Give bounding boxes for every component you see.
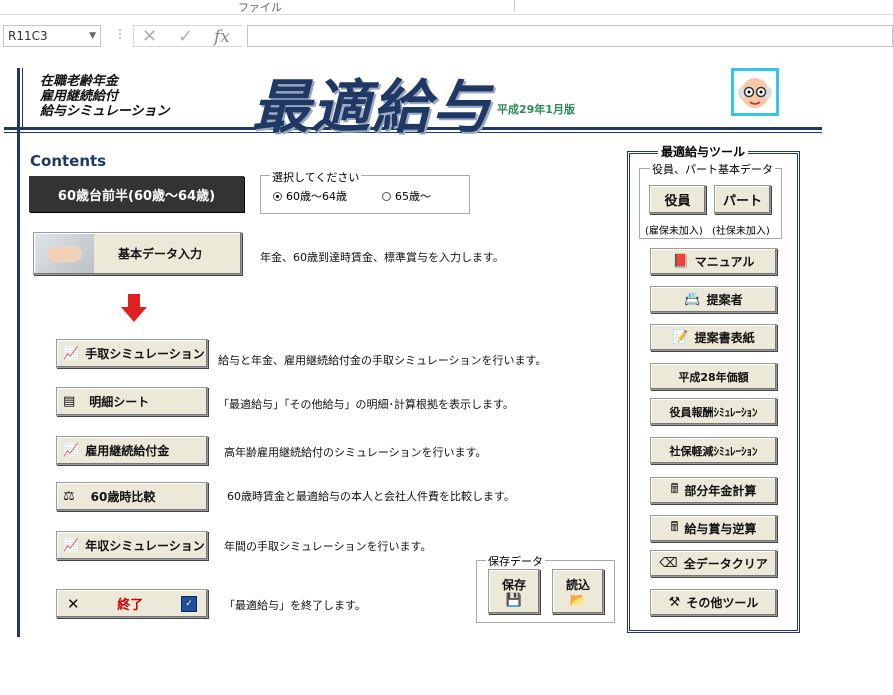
- net-simulation-button[interactable]: 📈 手取シミュレーション: [56, 339, 208, 368]
- button-label: マニュアル: [694, 255, 755, 269]
- radio-label: 65歳～: [395, 190, 431, 203]
- detail-sheet-button[interactable]: ▤ 明細シート: [56, 387, 208, 416]
- other-tools-button[interactable]: ⚒ その他ツール: [650, 589, 777, 616]
- clear-all-button[interactable]: ⌫ 全データクリア: [650, 550, 777, 577]
- item-desc: 高年齢雇用継続給付のシミュレーションを行います。: [224, 446, 487, 459]
- load-label: 読込: [565, 577, 590, 592]
- chart-icon: 📈: [63, 346, 80, 361]
- button-label: 全データクリア: [683, 557, 768, 571]
- radio-dot[interactable]: [382, 191, 391, 201]
- partial-pension-button[interactable]: 🖩 部分年金計算: [650, 477, 777, 504]
- save-button[interactable]: 保存 💾: [488, 569, 540, 614]
- button-label: 給与賞与逆算: [684, 522, 757, 536]
- header-subtitles: 在職老齢年金 雇用継続給付 給与シミュレーション: [40, 74, 169, 119]
- contents-heading: Contents: [30, 152, 107, 170]
- button-label: 雇用継続給付金: [85, 444, 170, 458]
- tools-icon: ⚒: [668, 595, 681, 610]
- manual-button[interactable]: 📕 マニュアル: [650, 248, 777, 275]
- exit-door-icon: ✓: [181, 595, 197, 612]
- frame-left-line: [17, 68, 20, 637]
- cover-icon: 📝: [672, 330, 689, 345]
- radio-dot[interactable]: [273, 191, 282, 201]
- h28-values-button[interactable]: 平成28年価額: [650, 363, 777, 390]
- version-label: 平成29年1月版: [497, 103, 575, 116]
- item-desc: 年間の手取シミュレーションを行います。: [224, 540, 432, 553]
- basic-data-desc: 年金、60歳到達時賃金、標準賞与を入力します。: [260, 251, 504, 264]
- down-arrow-icon: [121, 294, 147, 322]
- sheet-icon: ▤: [63, 394, 76, 409]
- age60-compare-button[interactable]: ⚖ 60歳時比較: [56, 482, 208, 511]
- basic-data-label: 基本データ入力: [118, 247, 203, 261]
- app-title: 最適給与: [252, 73, 493, 141]
- floppy-icon: 💾: [505, 592, 523, 608]
- item-desc: 「最適給与」「その他給与」の明細･計算根拠を表示します。: [218, 398, 514, 411]
- button-label: 提案者: [706, 293, 743, 307]
- subtitle-line: 給与シミュレーション: [40, 104, 170, 119]
- chevron-down-icon[interactable]: ▼: [89, 26, 96, 46]
- ribbon-strip: ファイル: [0, 0, 893, 15]
- folder-open-icon: 📂: [569, 592, 587, 608]
- salary-bonus-reverse-button[interactable]: 🖩 給与賞与逆算: [650, 515, 777, 542]
- age-range-button[interactable]: 60歳台前半(60歳～64歳): [29, 176, 244, 212]
- name-box[interactable]: R11C3 ▼: [3, 25, 101, 47]
- social-ins-sim-button[interactable]: 社保軽減ｼﾐｭﾚｰｼｮﾝ: [650, 437, 777, 464]
- button-label: 提案書表紙: [694, 331, 755, 345]
- subtitle-line: 在職老齢年金: [40, 74, 119, 89]
- load-button[interactable]: 読込 📂: [552, 569, 604, 614]
- calculator-icon: 🖩: [670, 519, 679, 535]
- item-desc: 60歳時賃金と最適給与の本人と会社人件費を比較します。: [227, 490, 515, 503]
- item-desc: 給与と年金、雇用継続給付金の手取シミュレーションを行います。: [218, 354, 547, 367]
- proposer-button[interactable]: 📇 提案者: [650, 286, 777, 313]
- enter-icon[interactable]: ✓: [178, 26, 193, 48]
- eraser-icon: ⌫: [659, 556, 678, 571]
- tool-panel-title: 最適給与ツール: [658, 143, 749, 160]
- frame-left-line-thin: [22, 68, 23, 130]
- save-label: 保存: [501, 577, 526, 592]
- ribbon-tab-file[interactable]: ファイル: [238, 0, 282, 15]
- employment-benefit-button[interactable]: 📈 雇用継続給付金: [56, 436, 208, 465]
- ribbon-separator: [514, 0, 515, 12]
- button-label: その他ツール: [686, 596, 759, 610]
- old-man-icon: [738, 78, 772, 108]
- officer-pay-sim-button[interactable]: 役員報酬ｼﾐｭﾚｰｼｮﾝ: [650, 398, 777, 425]
- formula-input[interactable]: [247, 25, 893, 47]
- calculator-icon: 🖩: [670, 481, 679, 497]
- radio-60-64[interactable]: 60歳～64歳: [273, 188, 347, 204]
- chart-icon: 📈: [63, 538, 80, 553]
- close-icon: ✕: [67, 594, 80, 613]
- button-label: 手取シミュレーション: [85, 347, 205, 361]
- radio-label: 60歳～64歳: [286, 190, 347, 203]
- age-select-legend: 選択してください: [270, 169, 362, 185]
- book-icon: 📕: [672, 254, 689, 269]
- button-label: 60歳時比較: [90, 490, 156, 504]
- officer-button[interactable]: 役員: [649, 185, 706, 214]
- function-icon[interactable]: fx: [214, 26, 230, 48]
- button-label: 年収シミュレーション: [85, 539, 205, 553]
- scale-icon: ⚖: [63, 489, 75, 504]
- avatar: [731, 68, 779, 116]
- button-label: 部分年金計算: [684, 484, 757, 498]
- button-label: 明細シート: [89, 395, 150, 409]
- radio-65-plus[interactable]: 65歳～: [382, 188, 431, 204]
- save-data-legend: 保存データ: [486, 553, 545, 569]
- keyboard-photo-icon: [36, 234, 94, 273]
- more-icon[interactable]: ⋮: [114, 27, 126, 41]
- formula-buttons: ✕ ✓ fx: [133, 25, 243, 47]
- chart-icon: 📈: [63, 443, 80, 458]
- name-box-value: R11C3: [8, 29, 48, 43]
- exit-desc: 「最適給与」を終了します。: [224, 599, 366, 612]
- cancel-icon[interactable]: ✕: [142, 26, 157, 48]
- officer-note: (雇保未加入): [645, 226, 703, 237]
- card-icon: 📇: [684, 292, 701, 307]
- subtitle-line: 雇用継続給付: [40, 89, 119, 104]
- formula-bar: R11C3 ▼ ⋮ ✕ ✓ fx: [0, 24, 893, 50]
- exit-button[interactable]: ✕ 終了 ✓: [56, 589, 208, 618]
- officer-part-legend: 役員、パート基本データ: [650, 161, 775, 177]
- annual-simulation-button[interactable]: 📈 年収シミュレーション: [56, 531, 208, 560]
- basic-data-button[interactable]: 基本データ入力: [33, 232, 242, 275]
- part-note: (社保未加入): [712, 226, 770, 237]
- exit-label: 終了: [117, 598, 144, 613]
- proposal-cover-button[interactable]: 📝 提案書表紙: [650, 324, 777, 351]
- part-button[interactable]: パート: [714, 185, 771, 214]
